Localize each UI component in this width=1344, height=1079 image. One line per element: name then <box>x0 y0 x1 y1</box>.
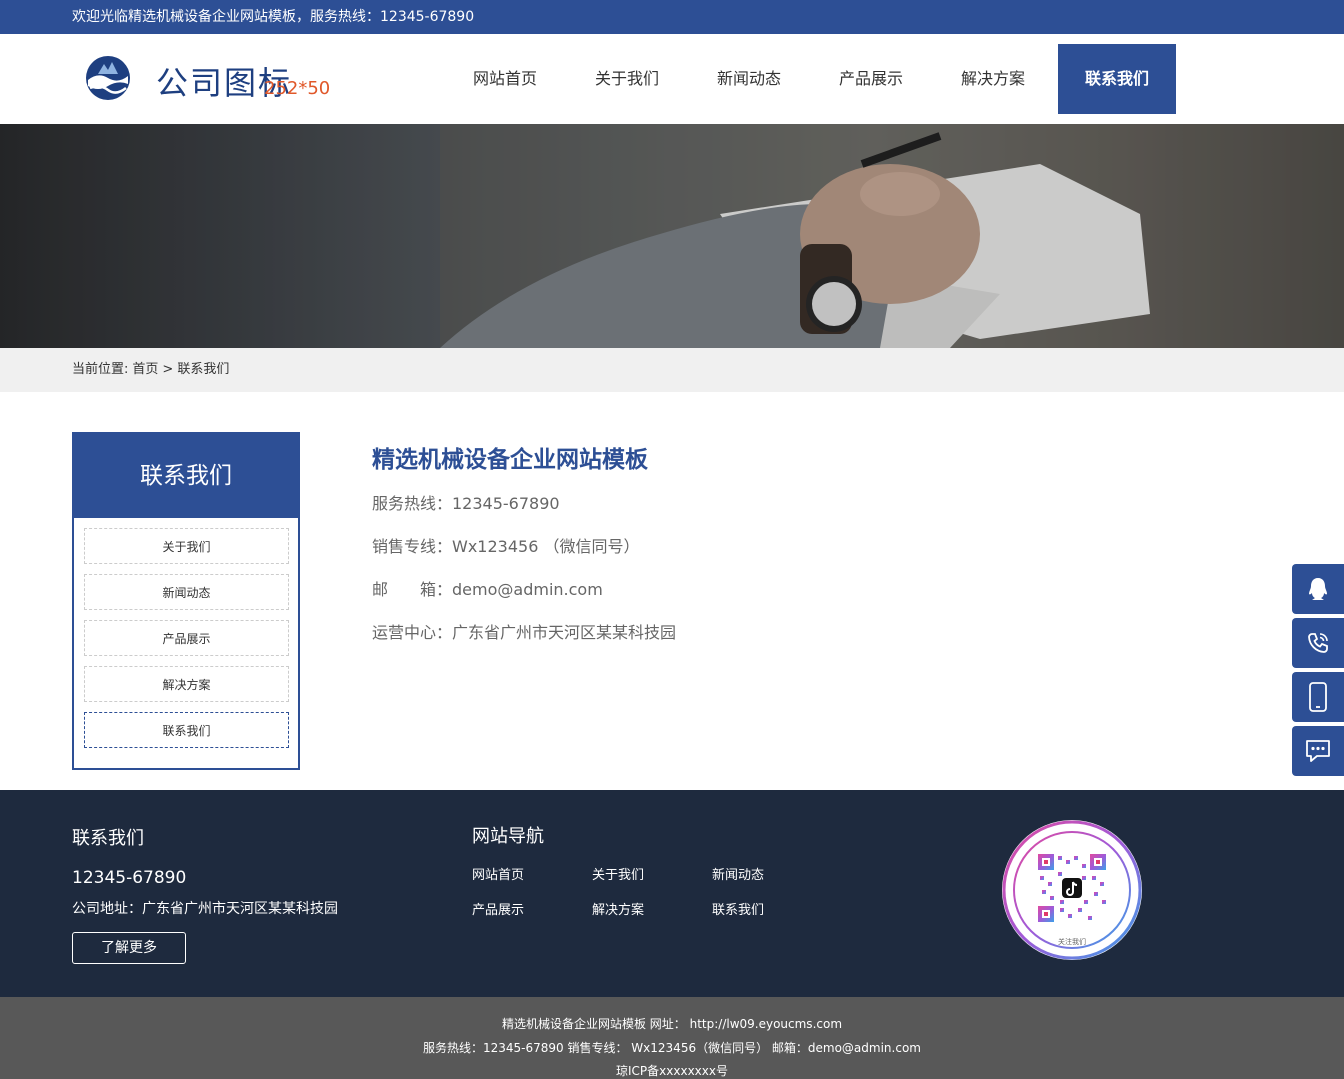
qr-caption: 关注我们 <box>1058 937 1086 946</box>
footer-link-news[interactable]: 新闻动态 <box>712 866 832 885</box>
nav-products[interactable]: 产品展示 <box>810 44 932 114</box>
sidebar-item-solutions[interactable]: 解决方案 <box>84 666 289 702</box>
header: 公司图标 252*50 网站首页 关于我们 新闻动态 产品展示 解决方案 联系我… <box>0 34 1344 124</box>
contact-info: 精选机械设备企业网站模板 服务热线：12345-67890 销售专线：Wx123… <box>372 440 676 660</box>
logo[interactable]: 公司图标 252*50 <box>84 52 334 108</box>
main-nav: 网站首页 关于我们 新闻动态 产品展示 解决方案 联系我们 <box>444 44 1176 114</box>
phone-button[interactable] <box>1292 618 1344 668</box>
chat-icon <box>1306 740 1330 762</box>
footer-nav-links: 网站首页 关于我们 新闻动态 产品展示 解决方案 联系我们 <box>472 866 832 920</box>
banner-image <box>0 124 1344 348</box>
contact-hotline: 服务热线：12345-67890 <box>372 494 560 513</box>
breadcrumb-home[interactable]: 首页 <box>132 362 158 377</box>
footer-phone: 12345-67890 <box>72 868 187 888</box>
banner-illustration <box>0 124 1344 348</box>
footer-link-contact[interactable]: 联系我们 <box>712 901 832 920</box>
logo-globe-icon <box>86 56 130 100</box>
sidebar-item-about[interactable]: 关于我们 <box>84 528 289 564</box>
footer-address: 公司地址：广东省广州市天河区某某科技园 <box>72 901 338 917</box>
nav-solutions[interactable]: 解决方案 <box>932 44 1054 114</box>
footer-link-products[interactable]: 产品展示 <box>472 901 592 920</box>
contact-email-row: 邮 箱：demo@admin.com <box>372 574 676 617</box>
sidebar-item-contact[interactable]: 联系我们 <box>84 712 289 748</box>
contact-sales: 销售专线：Wx123456 （微信同号） <box>372 537 640 556</box>
nav-home[interactable]: 网站首页 <box>444 44 566 114</box>
footer-nav-title: 网站导航 <box>472 826 544 847</box>
copyright-bar: 精选机械设备企业网站模板 网址： http://lw09.eyoucms.com… <box>0 997 1344 1079</box>
welcome-text: 欢迎光临精选机械设备企业网站模板，服务热线：12345-67890 <box>72 9 475 25</box>
breadcrumb-current: 联系我们 <box>177 362 230 377</box>
qr-code-graphic: 关注我们 <box>1002 820 1142 960</box>
qr-code: 关注我们 <box>1002 820 1142 960</box>
footer-contact-title: 联系我们 <box>72 828 144 849</box>
phone-icon <box>1308 633 1328 653</box>
nav-about[interactable]: 关于我们 <box>566 44 688 114</box>
breadcrumb-separator: > <box>162 362 174 377</box>
top-bar: 欢迎光临精选机械设备企业网站模板，服务热线：12345-67890 <box>0 0 1344 34</box>
nav-contact[interactable]: 联系我们 <box>1058 44 1176 114</box>
mobile-icon <box>1309 682 1327 712</box>
copyright-line-2: 服务热线：12345-67890 销售专线： Wx123456（微信同号） 邮箱… <box>423 1040 921 1055</box>
qq-button[interactable] <box>1292 564 1344 614</box>
sidebar-title: 联系我们 <box>74 434 298 518</box>
footer-nav: 网站导航 网站首页 关于我们 新闻动态 产品展示 解决方案 联系我们 <box>472 822 832 920</box>
learn-more-button[interactable]: 了解更多 <box>72 932 186 964</box>
footer: 联系我们 12345-67890 公司地址：广东省广州市天河区某某科技园 了解更… <box>0 790 1344 997</box>
footer-link-solutions[interactable]: 解决方案 <box>592 901 712 920</box>
chat-button[interactable] <box>1292 726 1344 776</box>
contact-email-label: 邮 箱： <box>372 580 453 599</box>
footer-contact: 联系我们 12345-67890 公司地址：广东省广州市天河区某某科技园 了解更… <box>72 824 338 964</box>
main-content: 联系我们 关于我们 新闻动态 产品展示 解决方案 联系我们 精选机械设备企业网站… <box>0 392 1344 790</box>
sidebar-list: 关于我们 新闻动态 产品展示 解决方案 联系我们 <box>74 518 298 748</box>
nav-news[interactable]: 新闻动态 <box>688 44 810 114</box>
sidebar-item-news[interactable]: 新闻动态 <box>84 574 289 610</box>
contact-email[interactable]: demo@admin.com <box>452 580 603 599</box>
contact-address: 运营中心：广东省广州市天河区某某科技园 <box>372 623 677 642</box>
icp-number[interactable]: 琼ICP备xxxxxxxx号 <box>0 1060 1344 1079</box>
breadcrumb: 当前位置: 首页 > 联系我们 <box>0 348 1344 392</box>
footer-link-about[interactable]: 关于我们 <box>592 866 712 885</box>
logo-size-label: 252*50 <box>264 78 331 99</box>
qq-icon <box>1309 578 1327 600</box>
contact-title: 精选机械设备企业网站模板 <box>372 447 648 473</box>
footer-link-home[interactable]: 网站首页 <box>472 866 592 885</box>
mobile-button[interactable] <box>1292 672 1344 722</box>
sidebar-item-products[interactable]: 产品展示 <box>84 620 289 656</box>
breadcrumb-label: 当前位置: <box>72 362 129 377</box>
copyright-line-1: 精选机械设备企业网站模板 网址： http://lw09.eyoucms.com <box>501 1017 843 1031</box>
sidebar: 联系我们 关于我们 新闻动态 产品展示 解决方案 联系我们 <box>72 432 300 770</box>
